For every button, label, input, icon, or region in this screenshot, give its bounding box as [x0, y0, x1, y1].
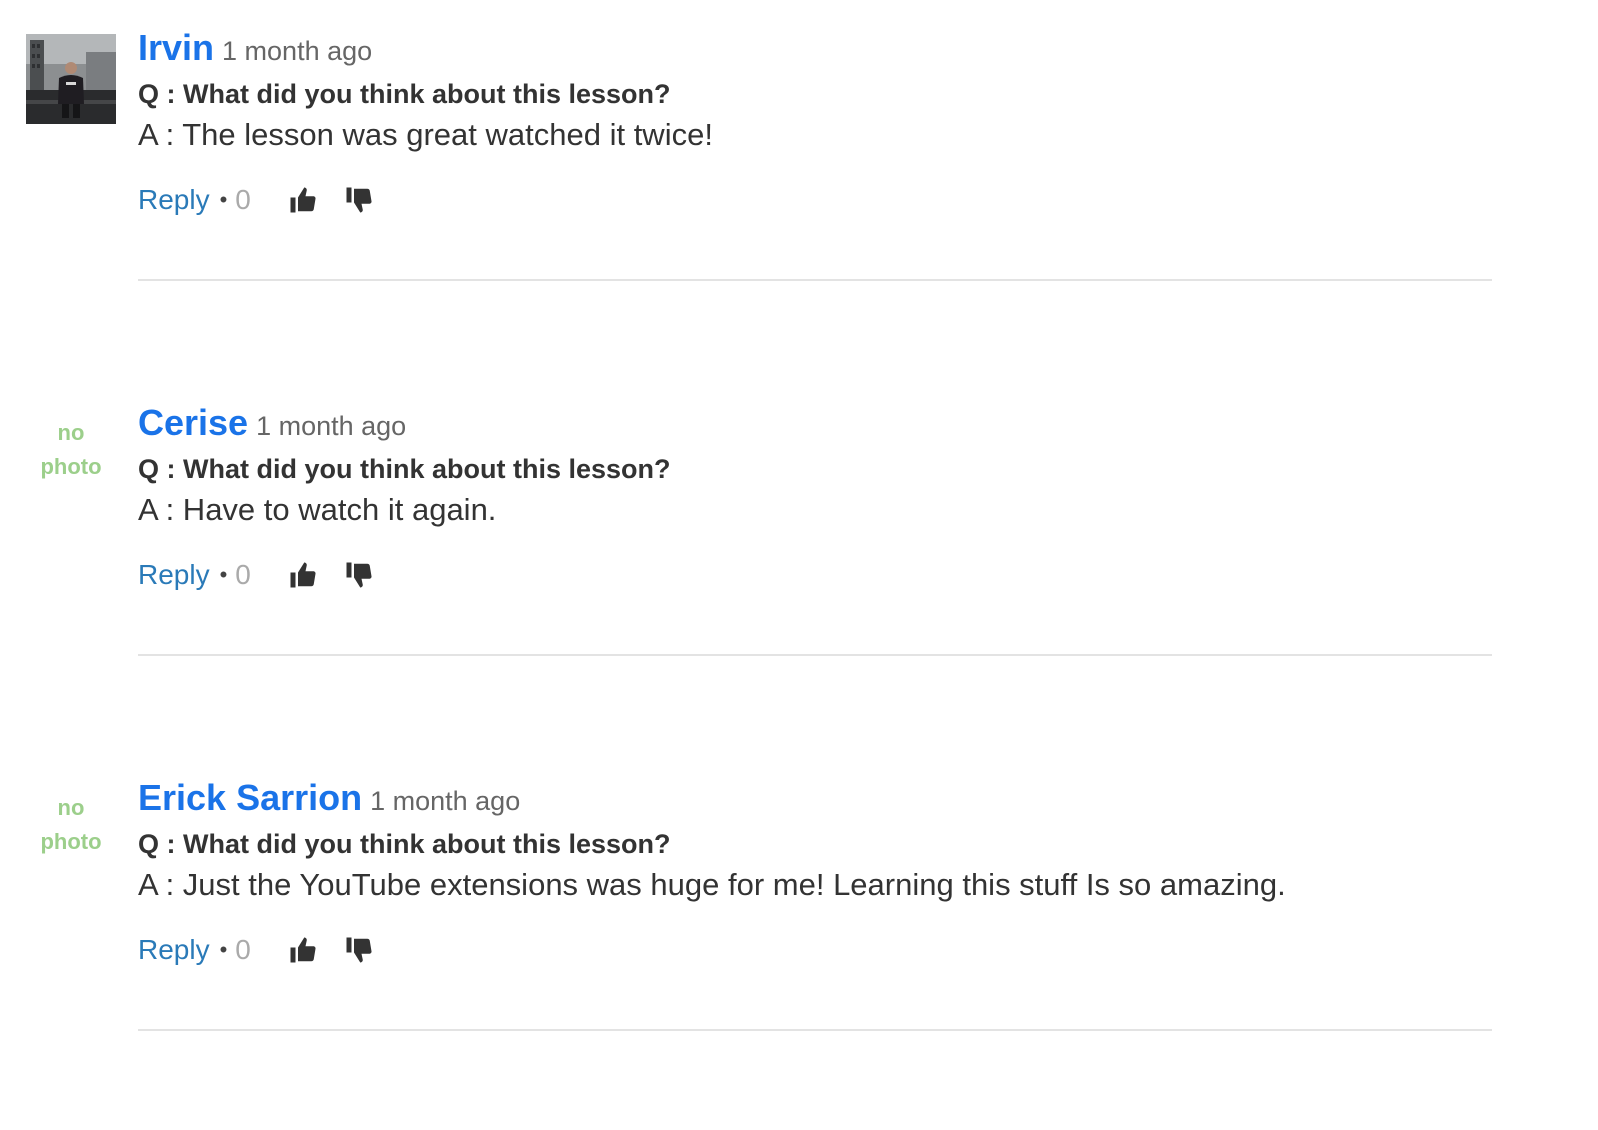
no-photo-placeholder: no photo — [26, 791, 116, 859]
thumbs-up-icon[interactable] — [285, 557, 321, 593]
reply-link[interactable]: Reply — [138, 559, 210, 591]
reply-link[interactable]: Reply — [138, 934, 210, 966]
comment-actions: Reply • 0 — [138, 180, 1538, 220]
comment-item: no photo Erick Sarrion 1 month ago Q : Wh… — [0, 750, 1598, 1050]
comment-item: no photo Cerise 1 month ago Q : What did … — [0, 375, 1598, 675]
author-name[interactable]: Erick Sarrion — [138, 777, 362, 818]
comment-question: Q : What did you think about this lesson… — [138, 79, 671, 109]
vote-count: 0 — [235, 559, 251, 590]
vote-count: 0 — [235, 184, 251, 215]
thumbs-up-icon[interactable] — [285, 932, 321, 968]
comment-body: Erick Sarrion 1 month ago Q : What did yo… — [138, 774, 1538, 970]
comment-header: Cerise 1 month ago — [138, 399, 1538, 447]
thumbs-up-icon[interactable] — [285, 182, 321, 218]
comment-question: Q : What did you think about this lesson… — [138, 829, 671, 859]
reply-link[interactable]: Reply — [138, 184, 210, 216]
comment-header: Irvin 1 month ago — [138, 24, 1538, 72]
thumbs-down-icon[interactable] — [341, 557, 377, 593]
comment-time: 1 month ago — [256, 411, 407, 441]
separator-dot: • — [219, 937, 228, 962]
avatar[interactable] — [26, 34, 116, 124]
vote-count: 0 — [235, 934, 251, 965]
comment-body: Irvin 1 month ago Q : What did you think … — [138, 24, 1538, 220]
comment-question: Q : What did you think about this lesson… — [138, 454, 671, 484]
comment-answer: A : Just the YouTube extensions was huge… — [138, 867, 1286, 902]
no-photo-text: photo — [40, 454, 102, 479]
no-photo-text: photo — [40, 829, 102, 854]
comment-answer: A : Have to watch it again. — [138, 492, 497, 527]
comment-answer: A : The lesson was great watched it twic… — [138, 117, 713, 152]
thumbs-down-icon[interactable] — [341, 932, 377, 968]
no-photo-text: no — [57, 795, 85, 820]
comment-body: Cerise 1 month ago Q : What did you think… — [138, 399, 1538, 595]
comment-divider — [138, 654, 1492, 656]
comment-actions: Reply • 0 — [138, 555, 1538, 595]
author-name[interactable]: Irvin — [138, 27, 214, 68]
comment-header: Erick Sarrion 1 month ago — [138, 774, 1538, 822]
comment-actions: Reply • 0 — [138, 930, 1538, 970]
comment-item: Irvin 1 month ago Q : What did you think … — [0, 0, 1598, 300]
separator-dot: • — [219, 187, 228, 212]
comment-divider — [138, 279, 1492, 281]
comment-time: 1 month ago — [222, 36, 373, 66]
no-photo-placeholder: no photo — [26, 416, 116, 484]
author-name[interactable]: Cerise — [138, 402, 248, 443]
separator-dot: • — [219, 562, 228, 587]
no-photo-text: no — [57, 420, 85, 445]
comment-divider — [138, 1029, 1492, 1031]
avatar-photo — [26, 34, 116, 124]
comment-time: 1 month ago — [370, 786, 521, 816]
thumbs-down-icon[interactable] — [341, 182, 377, 218]
